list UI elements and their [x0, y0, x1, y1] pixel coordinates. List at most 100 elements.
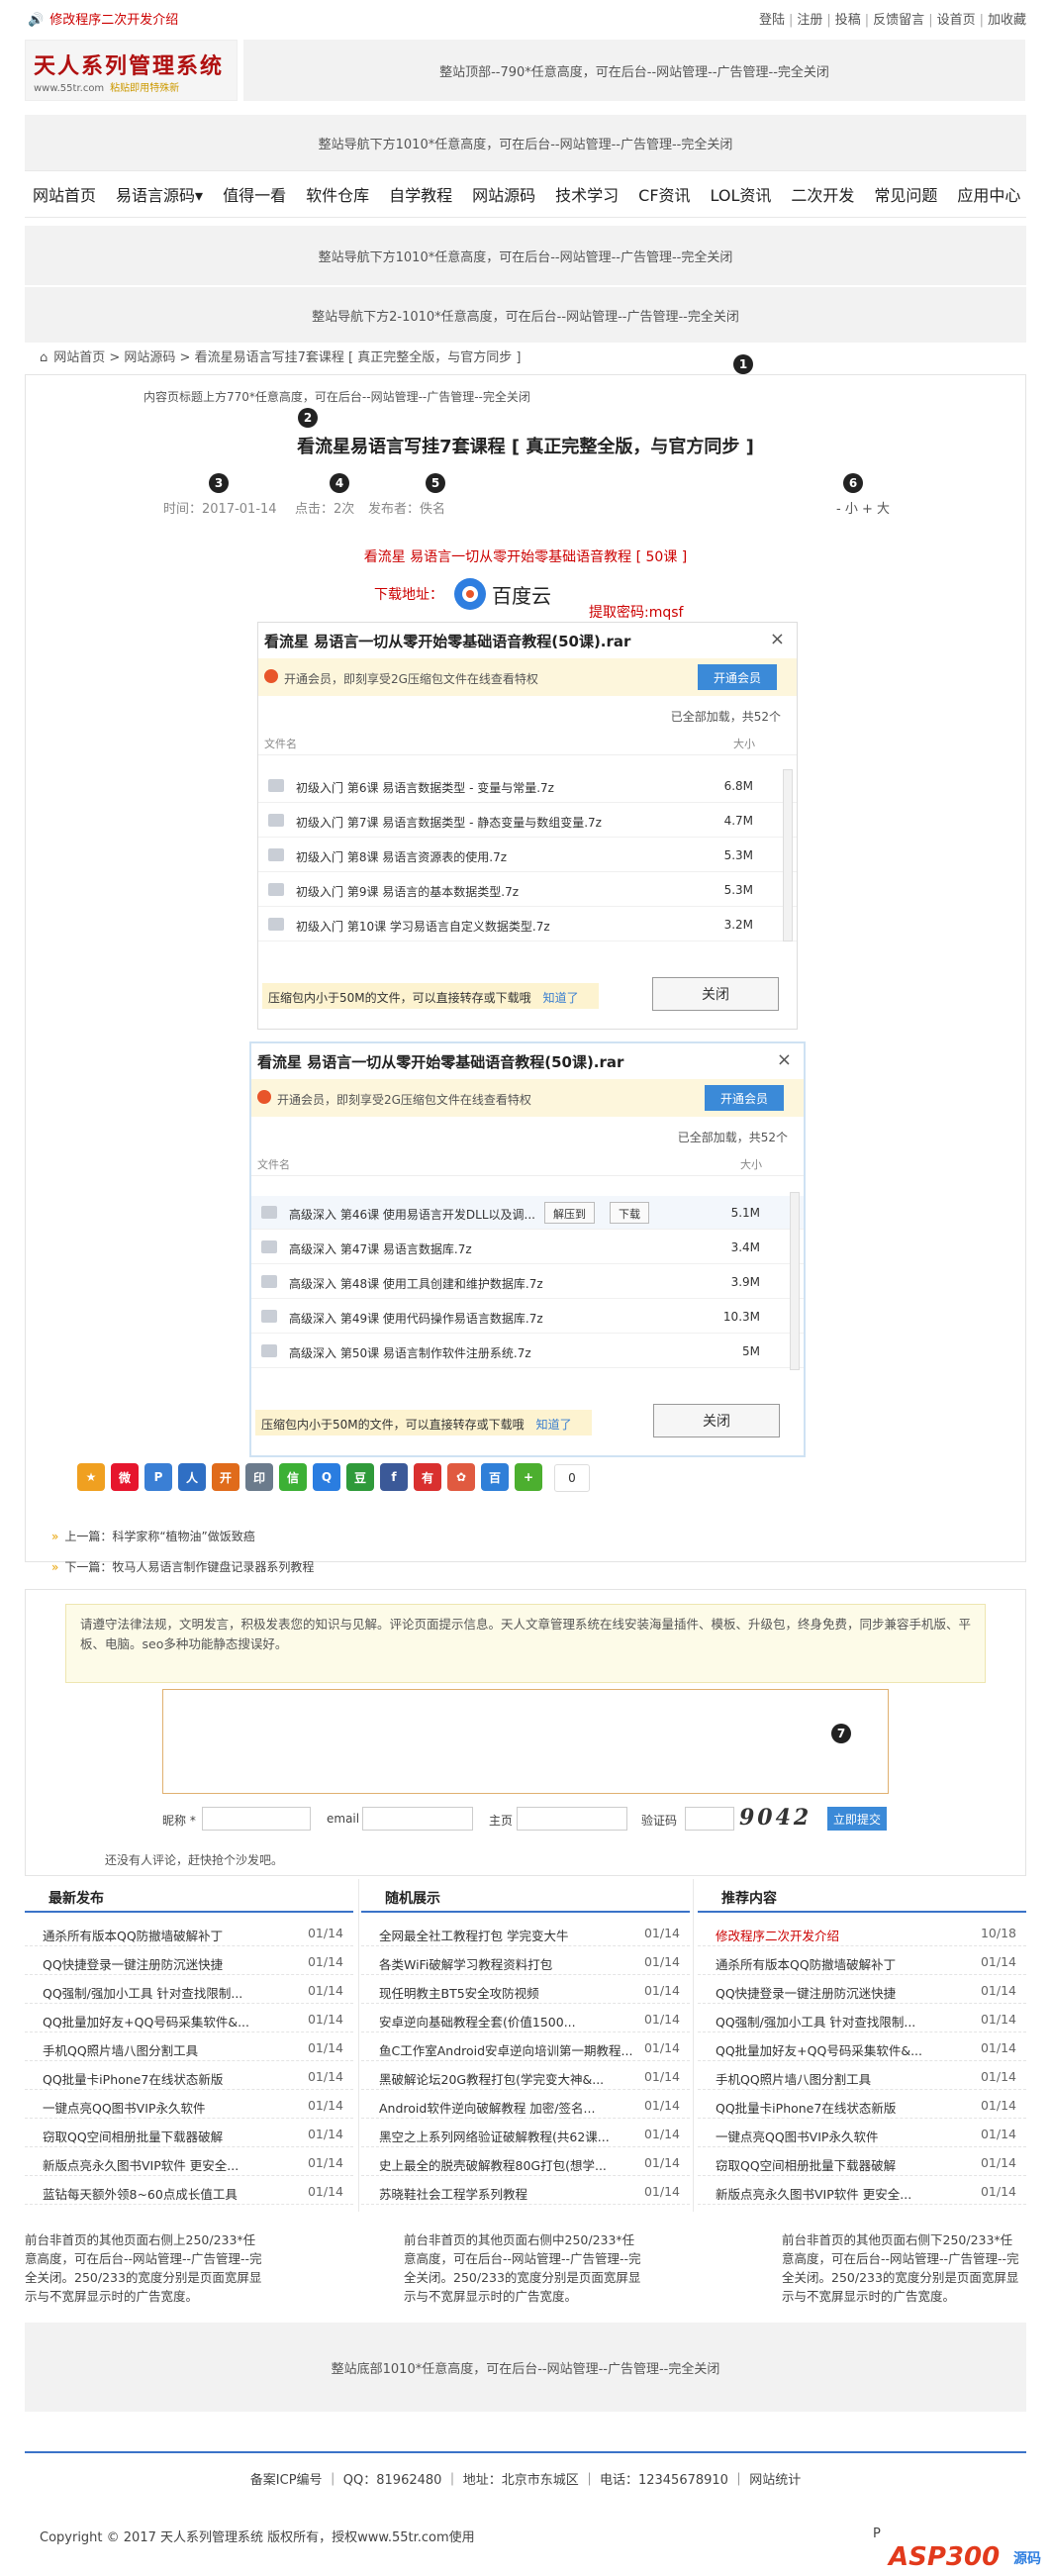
list-item[interactable]: 安卓逆向基础教程全套(价值1500... 01/14	[361, 2005, 690, 2032]
list-item[interactable]: QQ批量加好友+QQ号码采集软件&... 01/14	[698, 2033, 1026, 2061]
site-logo[interactable]: 天人系列管理系统 www.55tr.com 粘贴即用特殊新	[25, 40, 238, 101]
file-row[interactable]: 初级入门 第6课 易语言数据类型 - 变量与常量.7z 6.8M	[258, 769, 797, 803]
nav-tech[interactable]: 技术学习	[555, 182, 619, 206]
got-it-link[interactable]: 知道了	[543, 991, 579, 1005]
file-row[interactable]: 高级深入 第48课 使用工具创建和维护数据库.7z 3.9M	[251, 1265, 804, 1299]
nav-yiyuyan[interactable]: 易语言源码▾	[116, 182, 203, 206]
baidu-icon[interactable]: 百	[481, 1463, 509, 1491]
list-item[interactable]: 新版点亮永久图书VIP软件 更安全... 01/14	[698, 2177, 1026, 2205]
renren-icon[interactable]: 人	[178, 1463, 206, 1491]
close-button[interactable]: 关闭	[652, 977, 779, 1011]
close-button[interactable]: 关闭	[653, 1404, 780, 1437]
file-row[interactable]: 初级入门 第10课 学习易语言自定义数据类型.7z 3.2M	[258, 908, 797, 941]
qq-icon[interactable]: Q	[313, 1463, 340, 1491]
header-ad[interactable]: 整站顶部--790*任意高度，可在后台--网站管理--广告管理--完全关闭	[243, 40, 1025, 101]
favorite-link[interactable]: 加收藏	[988, 13, 1026, 28]
list-item[interactable]: 手机QQ照片墙八图分割工具 01/14	[698, 2062, 1026, 2090]
submit-comment-button[interactable]: 立即提交	[827, 1807, 887, 1831]
nav-site-source[interactable]: 网站源码	[472, 182, 535, 206]
side-ad-middle[interactable]: 前台非首页的其他页面右侧中250/233*任意高度，可在后台--网站管理--广告…	[404, 2230, 641, 2306]
list-item[interactable]: QQ批量加好友+QQ号码采集软件&... 01/14	[25, 2005, 353, 2032]
baidu-cloud-logo[interactable]: 百度云	[450, 574, 569, 614]
nav-software[interactable]: 软件仓库	[306, 182, 369, 206]
prev-article-link[interactable]: » 上一篇：科学家称“植物油”做饭致癌	[51, 1528, 255, 1544]
register-link[interactable]: 注册	[797, 13, 822, 28]
file-row[interactable]: 初级入门 第7课 易语言数据类型 - 静态变量与数组变量.7z 4.7M	[258, 804, 797, 838]
nav-home[interactable]: 网站首页	[33, 182, 96, 206]
side-ad-bottom[interactable]: 前台非首页的其他页面右侧下250/233*任意高度，可在后台--网站管理--广告…	[782, 2230, 1019, 2306]
download-button[interactable]: 下载	[610, 1202, 649, 1224]
homepage-input[interactable]	[517, 1807, 627, 1831]
wechat-icon[interactable]: 信	[279, 1463, 307, 1491]
list-item[interactable]: 修改程序二次开发介绍 10/18	[698, 1919, 1026, 1946]
set-home-link[interactable]: 设首页	[937, 13, 976, 28]
list-item[interactable]: 各类WiFi破解学习教程资料打包 01/14	[361, 1947, 690, 1975]
footer-ad[interactable]: 整站底部1010*任意高度，可在后台--网站管理--广告管理--完全关闭	[25, 2323, 1026, 2412]
unzip-button[interactable]: 解压到	[544, 1202, 595, 1224]
list-item[interactable]: QQ批量卡iPhone7在线状态新版 01/14	[25, 2062, 353, 2090]
pinterest-icon[interactable]: P	[144, 1463, 172, 1491]
list-item[interactable]: QQ强制/强加小工具 针对查找限制... 01/14	[698, 2005, 1026, 2032]
close-icon[interactable]: ×	[770, 629, 785, 649]
weibo-icon[interactable]: 微	[111, 1463, 139, 1491]
list-item[interactable]: 黑空之上系列网络验证破解教程(共62课... 01/14	[361, 2120, 690, 2147]
file-row[interactable]: 高级深入 第50课 易语言制作软件注册系统.7z 5M	[251, 1335, 804, 1368]
list-item[interactable]: 蓝钻每天额外领8~60点成长值工具 01/14	[25, 2177, 353, 2205]
top-notice-link[interactable]: 🔊 修改程序二次开发介绍	[28, 9, 178, 28]
file-row-selected[interactable]: 高级深入 第46课 使用易语言开发DLL以及调... 5.1M 解压到 下载	[251, 1196, 804, 1230]
comment-textarea[interactable]	[162, 1689, 889, 1794]
list-item[interactable]: 黑破解论坛20G教程打包(学完变大神&... 01/14	[361, 2062, 690, 2090]
print-icon[interactable]: 印	[245, 1463, 273, 1491]
leaf-icon[interactable]: ✿	[447, 1463, 475, 1491]
feedback-link[interactable]: 反馈留言	[873, 13, 924, 28]
nav-faq[interactable]: 常见问题	[874, 182, 937, 206]
list-item[interactable]: Android软件逆向破解教程 加密/签名... 01/14	[361, 2091, 690, 2119]
list-item[interactable]: 通杀所有版本QQ防撤墙破解补丁 01/14	[698, 1947, 1026, 1975]
nav-tutorial[interactable]: 自学教程	[389, 182, 452, 206]
nav-dev[interactable]: 二次开发	[791, 182, 854, 206]
nav-below-ad-1[interactable]: 整站导航下方1010*任意高度，可在后台--网站管理--广告管理--完全关闭	[25, 226, 1026, 285]
list-item[interactable]: 通杀所有版本QQ防撤墙破解补丁 01/14	[25, 1919, 353, 1946]
breadcrumb[interactable]: ⌂ 网站首页 > 网站源码 > 看流星易语言写挂7套课程 [ 真正完整全版，与官方…	[40, 347, 521, 365]
content-top-ad[interactable]: 内容页标题上方770*任意高度，可在后台--网站管理--广告管理--完全关闭	[143, 388, 530, 405]
got-it-link[interactable]: 知道了	[536, 1418, 572, 1432]
kaixin-icon[interactable]: 开	[212, 1463, 239, 1491]
next-article-link[interactable]: » 下一篇：牧马人易语言制作键盘记录器系列教程	[51, 1558, 314, 1575]
list-item[interactable]: 一键点亮QQ图书VIP永久软件 01/14	[698, 2120, 1026, 2147]
font-size-toggle[interactable]: - 小 + 大	[836, 498, 890, 517]
list-item[interactable]: 新版点亮永久图书VIP软件 更安全... 01/14	[25, 2148, 353, 2176]
nav-top-ad[interactable]: 整站导航下方1010*任意高度，可在后台--网站管理--广告管理--完全关闭	[25, 115, 1026, 170]
scrollbar[interactable]	[790, 1192, 800, 1370]
favorite-star-icon[interactable]: ★	[77, 1463, 105, 1491]
captcha-input[interactable]	[685, 1807, 734, 1831]
list-item[interactable]: 现任明教主BT5安全攻防视频 01/14	[361, 1976, 690, 2004]
youdao-icon[interactable]: 有	[414, 1463, 441, 1491]
list-item[interactable]: 手机QQ照片墙八图分割工具 01/14	[25, 2033, 353, 2061]
nickname-input[interactable]	[202, 1807, 311, 1831]
file-row[interactable]: 高级深入 第47课 易语言数据库.7z 3.4M	[251, 1231, 804, 1264]
list-item[interactable]: 一键点亮QQ图书VIP永久软件 01/14	[25, 2091, 353, 2119]
nav-lol[interactable]: LOL资讯	[711, 182, 772, 206]
nav-worth[interactable]: 值得一看	[223, 182, 286, 206]
file-row[interactable]: 高级深入 第49课 使用代码操作易语言数据库.7z 10.3M	[251, 1300, 804, 1334]
submit-link[interactable]: 投稿	[835, 13, 861, 28]
list-item[interactable]: QQ强制/强加小工具 针对查找限制... 01/14	[25, 1976, 353, 2004]
facebook-icon[interactable]: f	[380, 1463, 408, 1491]
douban-icon[interactable]: 豆	[346, 1463, 374, 1491]
list-item[interactable]: 窃取QQ空间相册批量下载器破解 01/14	[25, 2120, 353, 2147]
list-item[interactable]: 全网最全社工教程打包 学完变大牛 01/14	[361, 1919, 690, 1946]
nav-apps[interactable]: 应用中心	[957, 182, 1020, 206]
list-item[interactable]: 苏晓鞋社会工程学系列教程 01/14	[361, 2177, 690, 2205]
file-row[interactable]: 初级入门 第9课 易语言的基本数据类型.7z 5.3M	[258, 873, 797, 907]
scrollbar[interactable]	[783, 769, 793, 941]
list-item[interactable]: 鱼C工作室Android安卓逆向培训第一期教程... 01/14	[361, 2033, 690, 2061]
list-item[interactable]: QQ快捷登录一键注册防沉迷快捷 01/14	[25, 1947, 353, 1975]
footer-info[interactable]: 备案ICP编号 ｜ QQ：81962480 ｜ 地址：北京市东城区 ｜ 电话：1…	[0, 2469, 1051, 2488]
email-input[interactable]	[362, 1807, 473, 1831]
list-item[interactable]: QQ快捷登录一键注册防沉迷快捷 01/14	[698, 1976, 1026, 2004]
login-link[interactable]: 登陆	[759, 13, 785, 28]
open-vip-button[interactable]: 开通会员	[705, 1085, 784, 1111]
side-ad-top[interactable]: 前台非首页的其他页面右侧上250/233*任意高度，可在后台--网站管理--广告…	[25, 2230, 262, 2306]
file-row[interactable]: 初级入门 第8课 易语言资源表的使用.7z 5.3M	[258, 839, 797, 872]
list-item[interactable]: 窃取QQ空间相册批量下载器破解 01/14	[698, 2148, 1026, 2176]
